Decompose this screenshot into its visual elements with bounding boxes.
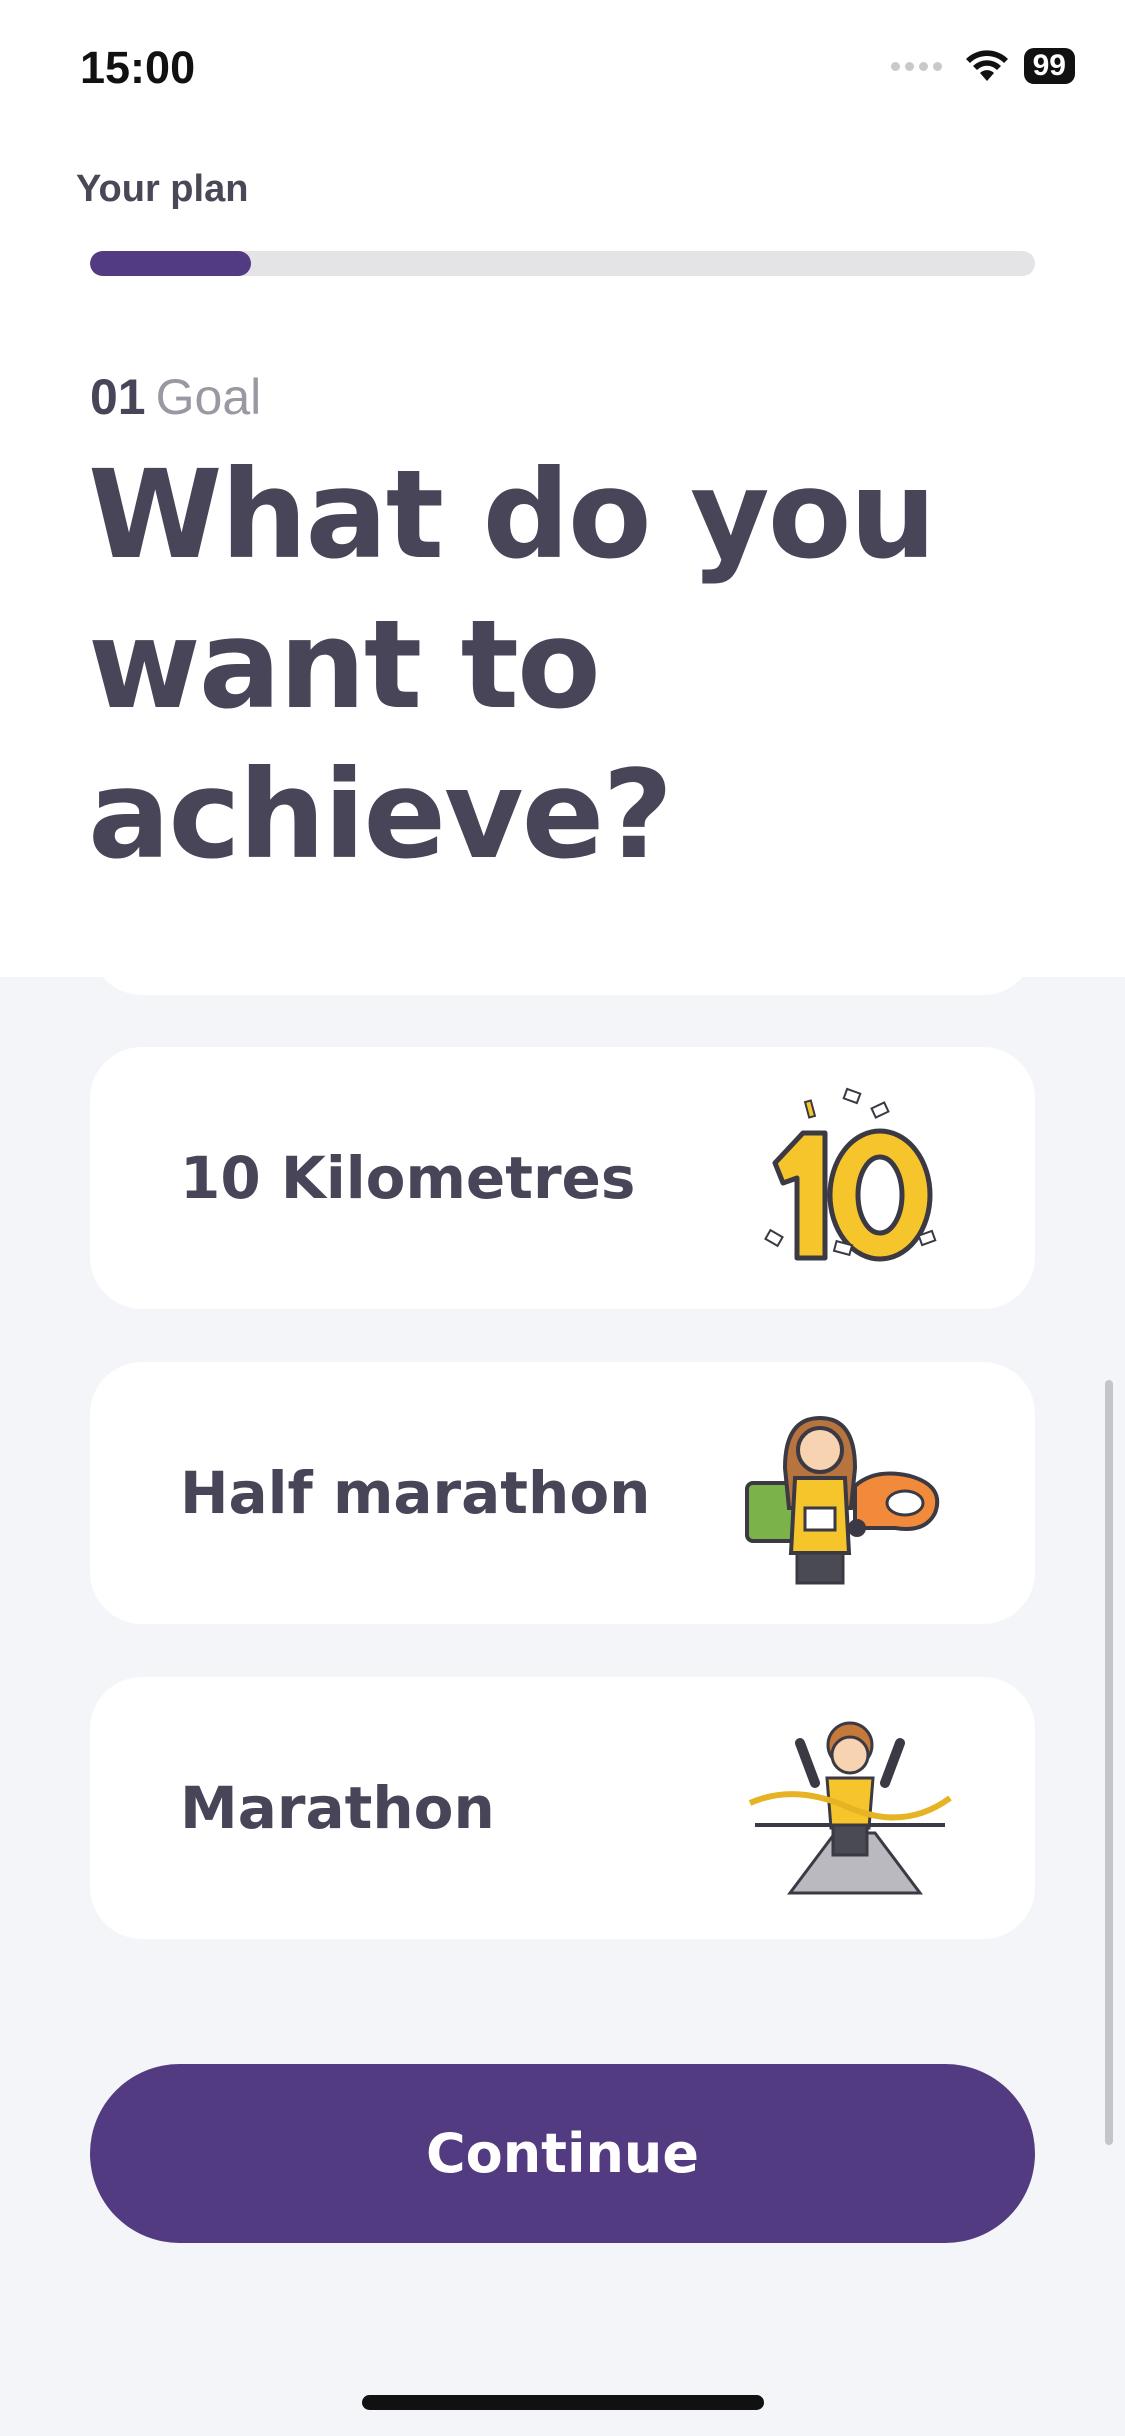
step-indicator: 01 Goal (90, 368, 261, 426)
scrollbar[interactable] (1105, 1380, 1113, 2145)
runner-medal-icon (745, 1415, 940, 1585)
status-time: 15:00 (80, 42, 196, 93)
title-line-3: achieve? (88, 744, 673, 886)
wifi-icon (965, 50, 1008, 81)
option-card-marathon[interactable]: Marathon (90, 1677, 1035, 1939)
home-indicator[interactable] (362, 2395, 764, 2410)
header-panel: Your plan 01 Goal What do you want to ach… (0, 0, 1125, 977)
step-label: Goal (155, 369, 262, 425)
step-number: 01 (90, 369, 146, 425)
title-line-2: want to (88, 594, 601, 736)
status-bar: 15:00 99 (0, 0, 1125, 140)
option-label: Half marathon (180, 1459, 651, 1527)
option-card-half-marathon[interactable]: Half marathon (90, 1362, 1035, 1624)
plan-progress-fill (90, 251, 251, 276)
plan-progress-bar (90, 251, 1035, 276)
option-label: Marathon (180, 1774, 495, 1842)
plan-label: Your plan (76, 168, 249, 210)
page-title: What do you want to achieve? (88, 440, 988, 890)
finish-line-icon (748, 1721, 952, 1895)
ten-confetti-icon (764, 1087, 937, 1262)
cellular-signal-icon (890, 61, 942, 71)
status-icons: 99 (890, 48, 1075, 84)
option-card-10k[interactable]: 10 Kilometres (90, 1047, 1035, 1309)
option-label: 10 Kilometres (180, 1144, 636, 1212)
continue-button[interactable]: Continue (90, 2064, 1035, 2243)
battery-indicator: 99 (1023, 48, 1075, 84)
title-line-1: What do you (88, 444, 936, 586)
